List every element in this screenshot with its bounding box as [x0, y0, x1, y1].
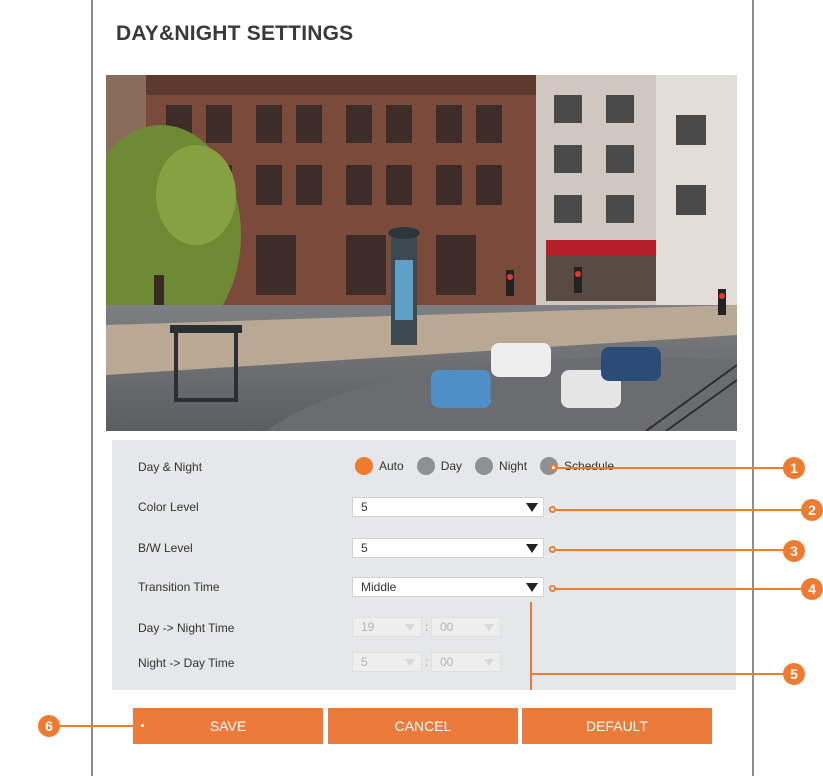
color-level-label: Color Level	[138, 500, 199, 514]
night-to-day-minute-select[interactable]: 00	[431, 652, 501, 672]
radio-day[interactable]: Day	[416, 457, 463, 475]
radio-night-label: Night	[499, 459, 528, 473]
color-level-select[interactable]: 5	[352, 497, 544, 517]
callout-badge-6: 6	[38, 715, 60, 737]
day-to-night-label: Day -> Night Time	[138, 621, 235, 635]
radio-auto[interactable]: Auto	[355, 457, 404, 475]
bw-level-label: B/W Level	[138, 541, 193, 555]
callout-line	[530, 602, 532, 690]
radio-night-indicator	[475, 457, 494, 475]
radio-auto-label: Auto	[379, 459, 404, 473]
night-to-day-minute-value: 00	[440, 655, 454, 669]
night-to-day-hour-select[interactable]: 5	[352, 652, 422, 672]
chevron-down-icon	[484, 659, 494, 666]
chevron-down-icon	[405, 659, 415, 666]
save-button[interactable]: SAVE	[133, 708, 323, 744]
night-to-day-label: Night -> Day Time	[138, 656, 235, 670]
transition-time-label: Transition Time	[138, 580, 220, 594]
transition-time-value: Middle	[361, 580, 397, 594]
callout-badge-2: 2	[801, 499, 823, 521]
transition-time-select[interactable]: Middle	[352, 577, 544, 597]
callout-line	[555, 509, 805, 511]
camera-preview	[106, 75, 737, 431]
bw-level-select[interactable]: 5	[352, 538, 544, 558]
cancel-button[interactable]: CANCEL	[328, 708, 518, 744]
default-button[interactable]: DEFAULT	[522, 708, 712, 744]
day-to-night-hour-select[interactable]: 19	[352, 617, 422, 637]
chevron-down-icon	[526, 544, 538, 553]
bw-level-value: 5	[361, 541, 368, 555]
day-to-night-minute-select[interactable]: 00	[431, 617, 501, 637]
callout-anchor	[139, 722, 146, 729]
callout-line	[530, 673, 783, 675]
callout-badge-1: 1	[783, 457, 805, 479]
color-level-value: 5	[361, 500, 368, 514]
time-separator: :	[425, 655, 429, 669]
day-to-night-hour-value: 19	[361, 620, 375, 634]
chevron-down-icon	[405, 624, 415, 631]
night-to-day-hour-value: 5	[361, 655, 368, 669]
chevron-down-icon	[484, 624, 494, 631]
radio-schedule-label: Schedule	[564, 459, 615, 473]
callout-line	[555, 549, 785, 551]
day-night-radio-group: Auto Day Night Schedule	[355, 457, 627, 475]
chevron-down-icon	[526, 503, 538, 512]
callout-badge-3: 3	[783, 540, 805, 562]
radio-night[interactable]: Night	[475, 457, 527, 475]
callout-line	[556, 467, 784, 469]
time-separator: :	[425, 620, 429, 634]
callout-line	[555, 588, 805, 590]
day-night-label: Day & Night	[138, 460, 203, 474]
chevron-down-icon	[526, 583, 538, 592]
page-title: DAY&NIGHT SETTINGS	[116, 22, 354, 45]
radio-day-label: Day	[440, 459, 463, 473]
callout-badge-4: 4	[801, 578, 823, 600]
camera-preview-image	[106, 75, 737, 431]
callout-line	[59, 725, 144, 727]
day-to-night-minute-value: 00	[440, 620, 454, 634]
radio-auto-indicator	[355, 457, 373, 475]
callout-badge-5: 5	[783, 663, 805, 685]
settings-panel	[112, 440, 736, 690]
radio-day-indicator	[416, 457, 435, 475]
